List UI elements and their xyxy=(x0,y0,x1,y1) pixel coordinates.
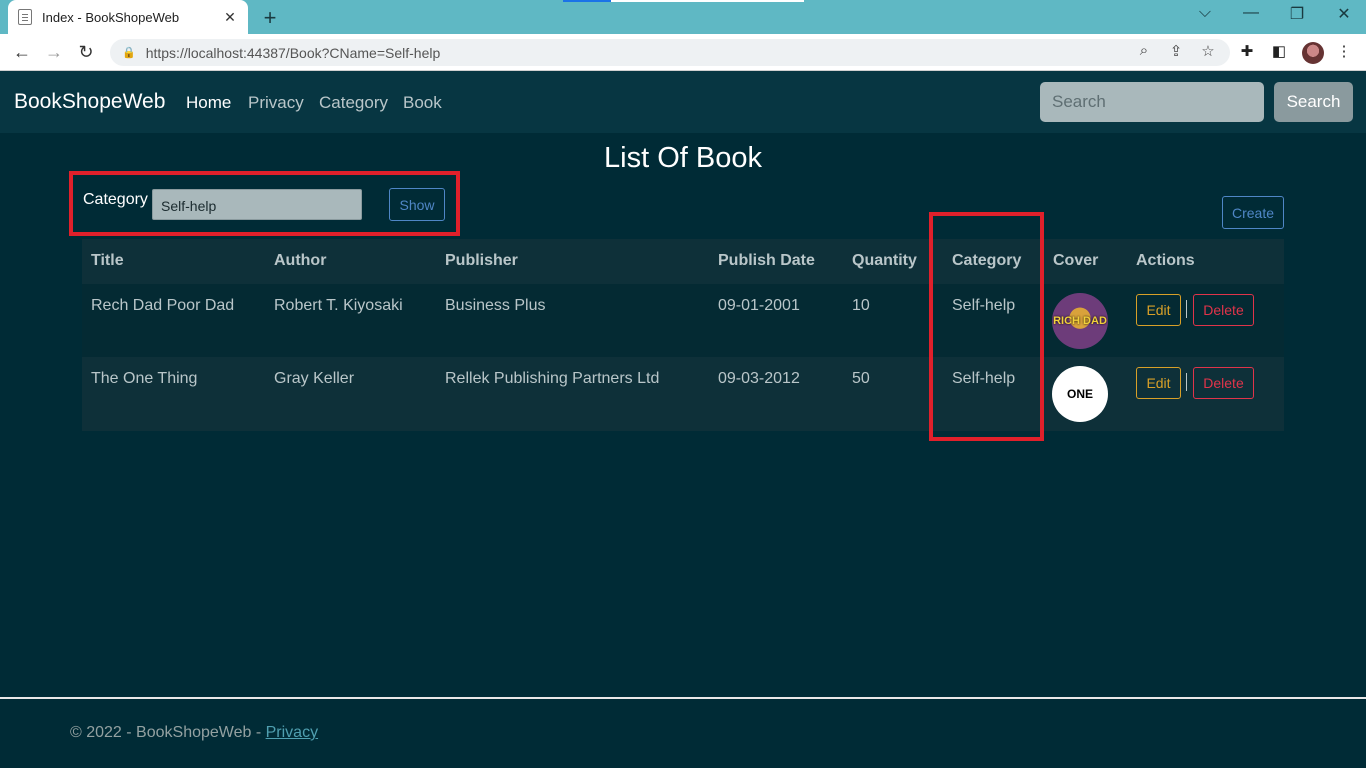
category-label: Category xyxy=(83,191,148,208)
cell-author: Gray Keller xyxy=(274,370,355,387)
cell-publisher: Rellek Publishing Partners Ltd xyxy=(445,370,660,387)
search-button[interactable]: Search xyxy=(1274,82,1353,122)
footer-privacy-link[interactable]: Privacy xyxy=(266,724,318,741)
nav-privacy[interactable]: Privacy xyxy=(248,93,304,113)
footer-divider xyxy=(0,697,1366,699)
back-button[interactable]: ← xyxy=(10,41,34,63)
cell-title: The One Thing xyxy=(91,370,198,387)
footer: © 2022 - BookShopeWeb - Privacy xyxy=(70,724,318,742)
cell-author: Robert T. Kiyosaki xyxy=(274,297,403,314)
browser-titlebar: Index - BookShopeWeb ✕ + ⌵ — ❐ ✕ xyxy=(0,0,1366,34)
profile-avatar[interactable] xyxy=(1302,42,1324,64)
browser-toolbar: ← → ↻ 🔒 https://localhost:44387/Book?CNa… xyxy=(0,34,1366,71)
header-actions: Actions xyxy=(1136,252,1195,269)
header-cover: Cover xyxy=(1053,252,1099,269)
cell-publisher: Business Plus xyxy=(445,297,546,314)
cover-text: ONE xyxy=(1066,386,1093,401)
table-row: The One Thing Gray Keller Rellek Publish… xyxy=(82,357,1284,431)
minimize-button[interactable]: — xyxy=(1237,4,1265,22)
tab-strip-accent xyxy=(563,0,611,2)
book-cover-image: ONE xyxy=(1052,366,1108,422)
header-author: Author xyxy=(274,252,327,269)
tab-strip-accent xyxy=(611,0,804,2)
bookmark-star-icon[interactable]: ☆ xyxy=(1198,42,1218,60)
delete-button[interactable]: Delete xyxy=(1193,367,1254,399)
address-bar[interactable]: 🔒 https://localhost:44387/Book?CName=Sel… xyxy=(110,39,1230,66)
cell-publish-date: 09-01-2001 xyxy=(718,297,800,314)
close-window-button[interactable]: ✕ xyxy=(1330,4,1358,24)
share-icon[interactable]: ⇪ xyxy=(1166,42,1186,60)
new-tab-button[interactable]: + xyxy=(258,5,282,31)
tab-search-icon[interactable]: ⌵ xyxy=(1191,4,1219,22)
browser-tab[interactable]: Index - BookShopeWeb ✕ xyxy=(8,0,248,34)
cover-text: RICH DAD xyxy=(1053,315,1107,327)
action-separator xyxy=(1186,373,1187,391)
show-button[interactable]: Show xyxy=(389,188,445,221)
book-cover-image: RICH DAD xyxy=(1052,293,1108,349)
nav-book[interactable]: Book xyxy=(403,93,442,113)
reload-button[interactable]: ↻ xyxy=(74,41,98,63)
header-title: Title xyxy=(91,252,124,269)
delete-button[interactable]: Delete xyxy=(1193,294,1254,326)
side-panel-icon[interactable]: ◧ xyxy=(1269,42,1289,60)
create-button[interactable]: Create xyxy=(1222,196,1284,229)
forward-button[interactable]: → xyxy=(42,41,66,63)
cell-quantity: 50 xyxy=(852,370,870,387)
action-separator xyxy=(1186,300,1187,318)
lock-icon: 🔒 xyxy=(122,47,136,59)
edit-button[interactable]: Edit xyxy=(1136,367,1181,399)
cell-quantity: 10 xyxy=(852,297,870,314)
table-header: Title Author Publisher Publish Date Quan… xyxy=(82,239,1284,284)
site-navbar: BookShopeWeb Home Privacy Category Book … xyxy=(0,71,1366,133)
page-icon xyxy=(18,9,32,25)
close-icon[interactable]: ✕ xyxy=(222,9,238,26)
zoom-icon[interactable]: ⌕ xyxy=(1134,42,1154,59)
footer-text: © 2022 - BookShopeWeb - xyxy=(70,724,266,741)
nav-home[interactable]: Home xyxy=(186,93,231,113)
search-input[interactable] xyxy=(1040,82,1264,122)
url-text: https://localhost:44387/Book?CName=Self-… xyxy=(145,44,441,61)
menu-icon[interactable]: ⋮ xyxy=(1334,42,1354,60)
edit-button[interactable]: Edit xyxy=(1136,294,1181,326)
category-column-highlight-box xyxy=(929,212,1044,441)
tab-title: Index - BookShopeWeb xyxy=(42,9,180,25)
extensions-icon[interactable]: ✚ xyxy=(1237,42,1257,60)
brand-logo[interactable]: BookShopeWeb xyxy=(14,90,165,114)
header-publish-date: Publish Date xyxy=(718,252,815,269)
table-row: Rech Dad Poor Dad Robert T. Kiyosaki Bus… xyxy=(82,284,1284,357)
header-quantity: Quantity xyxy=(852,252,917,269)
nav-category[interactable]: Category xyxy=(319,93,388,113)
cell-publish-date: 09-03-2012 xyxy=(718,370,800,387)
header-publisher: Publisher xyxy=(445,252,518,269)
cell-title: Rech Dad Poor Dad xyxy=(91,297,235,314)
restore-button[interactable]: ❐ xyxy=(1283,4,1311,24)
category-select[interactable]: Self-help xyxy=(152,189,362,220)
